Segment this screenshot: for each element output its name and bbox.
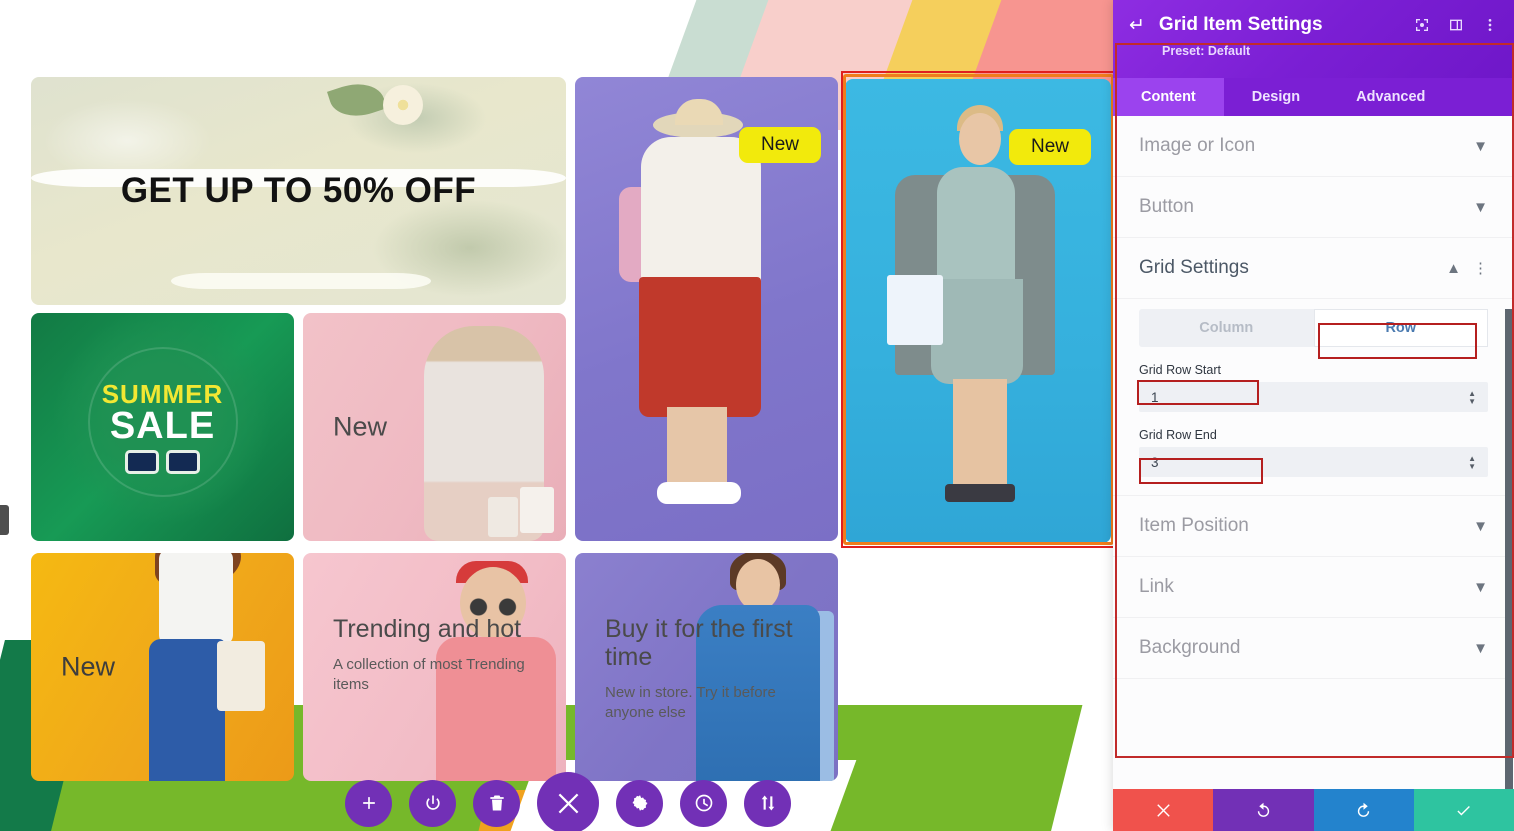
section-item-position[interactable]: Item Position ▼ bbox=[1113, 496, 1514, 557]
panel-footer[interactable]: Save ? bbox=[1113, 789, 1514, 831]
collapsed-sidebar-handle[interactable] bbox=[0, 505, 9, 535]
section-button[interactable]: Button ▼ bbox=[1113, 177, 1514, 238]
model-shoes bbox=[657, 482, 741, 504]
panel-title: Grid Item Settings bbox=[1158, 14, 1323, 35]
back-arrow-icon[interactable]: ↵ bbox=[1129, 16, 1145, 35]
grid-row-end-field[interactable]: ▲▼ bbox=[1139, 447, 1488, 477]
sale-label: SALE bbox=[109, 404, 216, 447]
redo-button[interactable] bbox=[1313, 789, 1414, 831]
model-heels bbox=[945, 484, 1015, 502]
tile-title: Buy it for the first time bbox=[605, 615, 793, 671]
responsive-button[interactable] bbox=[744, 779, 791, 827]
focus-target-icon[interactable] bbox=[1414, 17, 1430, 33]
grid-row-start-label: Grid Row Start bbox=[1139, 363, 1221, 377]
sunglasses-icon bbox=[125, 449, 200, 474]
grid-item-buy-first[interactable]: Buy it for the first time New in store. … bbox=[575, 553, 838, 781]
section-image-or-icon[interactable]: Image or Icon ▼ bbox=[1113, 116, 1514, 177]
grid-item-selected-blue[interactable]: New bbox=[845, 79, 1111, 543]
panel-body[interactable]: Image or Icon ▼ Button ▼ Grid Settings ▲… bbox=[1113, 116, 1514, 789]
more-options-icon[interactable] bbox=[1482, 17, 1498, 33]
chevron-down-icon: ▼ bbox=[1473, 198, 1488, 216]
badge-new: New bbox=[739, 127, 822, 163]
section-options-icon[interactable]: ⋮ bbox=[1473, 261, 1488, 276]
panel-scrollbar[interactable] bbox=[1505, 309, 1513, 789]
section-label: Button bbox=[1139, 196, 1194, 217]
grid-item-yellow-new[interactable]: New bbox=[31, 553, 294, 781]
tile-subtitle: A collection of most Trending items bbox=[333, 656, 525, 693]
model-top bbox=[937, 167, 1015, 287]
tab-content[interactable]: Content bbox=[1113, 78, 1224, 116]
settings-button[interactable] bbox=[616, 779, 663, 827]
shopping-bag bbox=[520, 487, 554, 533]
hat-crown bbox=[675, 99, 723, 125]
tote-bag bbox=[217, 641, 265, 711]
grid-row-start-field[interactable]: ▲▼ bbox=[1139, 382, 1488, 412]
section-link[interactable]: Link ▼ bbox=[1113, 557, 1514, 618]
grid-item-pink-new[interactable]: New bbox=[303, 313, 566, 541]
chevron-down-icon: ▼ bbox=[1473, 639, 1488, 657]
model-skirt bbox=[931, 279, 1023, 384]
grid-item-summer-sale[interactable]: SUMMER SALE bbox=[31, 313, 294, 541]
screen: GET UP TO 50% OFF SUMMER SALE New New Ne… bbox=[0, 0, 1514, 831]
grid-row-start-input[interactable] bbox=[1151, 389, 1428, 405]
builder-toolbar[interactable] bbox=[345, 772, 791, 831]
section-label: Image or Icon bbox=[1139, 135, 1256, 156]
stepper-icon[interactable]: ▲ ▼ bbox=[1468, 454, 1476, 470]
chevron-down-icon: ▼ bbox=[1473, 137, 1488, 155]
banner-headline: GET UP TO 50% OFF bbox=[120, 171, 477, 210]
model-torso bbox=[159, 553, 233, 645]
model-head bbox=[959, 113, 1001, 165]
section-label: Grid Settings bbox=[1139, 257, 1249, 278]
tab-advanced[interactable]: Advanced bbox=[1328, 78, 1453, 116]
delete-button[interactable] bbox=[473, 779, 520, 827]
chevron-down-icon: ▼ bbox=[1473, 517, 1488, 535]
panel-header: ↵ Grid Item Settings Preset: Default bbox=[1113, 0, 1514, 78]
section-background[interactable]: Background ▼ bbox=[1113, 618, 1514, 679]
sunglasses-icon bbox=[464, 597, 522, 617]
toggle-row[interactable]: Row bbox=[1313, 309, 1488, 347]
grid-settings-content[interactable]: Column Row Grid Row Start ▲▼ Grid Row En… bbox=[1113, 299, 1514, 496]
badge-new: New bbox=[1009, 129, 1092, 165]
axis-toggle-group[interactable]: Column Row bbox=[1139, 309, 1488, 347]
tab-design[interactable]: Design bbox=[1224, 78, 1328, 116]
panel-tabs[interactable]: Content Design Advanced bbox=[1113, 78, 1514, 116]
section-label: Link bbox=[1139, 576, 1174, 597]
section-grid-settings[interactable]: Grid Settings ▲ ⋮ bbox=[1113, 238, 1514, 299]
stepper-icon[interactable]: ▲ ▼ bbox=[1468, 389, 1476, 405]
toggle-builder-button[interactable] bbox=[409, 779, 456, 827]
grid-item-trending[interactable]: Trending and hot A collection of most Tr… bbox=[303, 553, 566, 781]
chevron-down-icon: ▼ bbox=[1473, 578, 1488, 596]
close-builder-button[interactable] bbox=[537, 772, 599, 831]
grid-row-end-input[interactable] bbox=[1151, 454, 1428, 470]
model-skirt bbox=[639, 277, 761, 417]
undo-button[interactable] bbox=[1213, 789, 1314, 831]
tile-subtitle: New in store. Try it before anyone else bbox=[605, 684, 776, 721]
tile-label: New bbox=[333, 411, 388, 442]
history-button[interactable] bbox=[680, 779, 727, 827]
model-legs bbox=[953, 379, 1007, 489]
model-head bbox=[736, 559, 780, 611]
add-module-button[interactable] bbox=[345, 779, 392, 827]
preset-selector[interactable]: Preset: Default bbox=[1162, 44, 1498, 58]
model-legs bbox=[667, 407, 727, 487]
section-label: Item Position bbox=[1139, 515, 1249, 536]
save-button[interactable]: Save bbox=[1413, 789, 1514, 831]
toggle-column[interactable]: Column bbox=[1139, 309, 1314, 347]
grid-row-end-label: Grid Row End bbox=[1139, 428, 1217, 442]
shopping-bag bbox=[488, 497, 518, 537]
model-jeans bbox=[149, 639, 225, 781]
summer-label: SUMMER bbox=[101, 378, 224, 409]
grid-item-purple-traveller[interactable]: New bbox=[575, 77, 838, 541]
cancel-button[interactable] bbox=[1113, 789, 1214, 831]
section-label: Background bbox=[1139, 637, 1241, 658]
tile-title: Trending and hot bbox=[333, 615, 522, 643]
shopping-bag bbox=[887, 275, 943, 345]
layout-panel-icon[interactable] bbox=[1448, 17, 1464, 33]
grid-item-settings-panel[interactable]: ↵ Grid Item Settings Preset: Default Con… bbox=[1113, 0, 1514, 831]
page-preview-canvas[interactable]: GET UP TO 50% OFF SUMMER SALE New New Ne… bbox=[0, 0, 1120, 831]
grid-item-banner[interactable]: GET UP TO 50% OFF bbox=[31, 77, 566, 305]
tile-label: New bbox=[61, 651, 116, 682]
chevron-up-icon: ▲ bbox=[1446, 259, 1461, 277]
